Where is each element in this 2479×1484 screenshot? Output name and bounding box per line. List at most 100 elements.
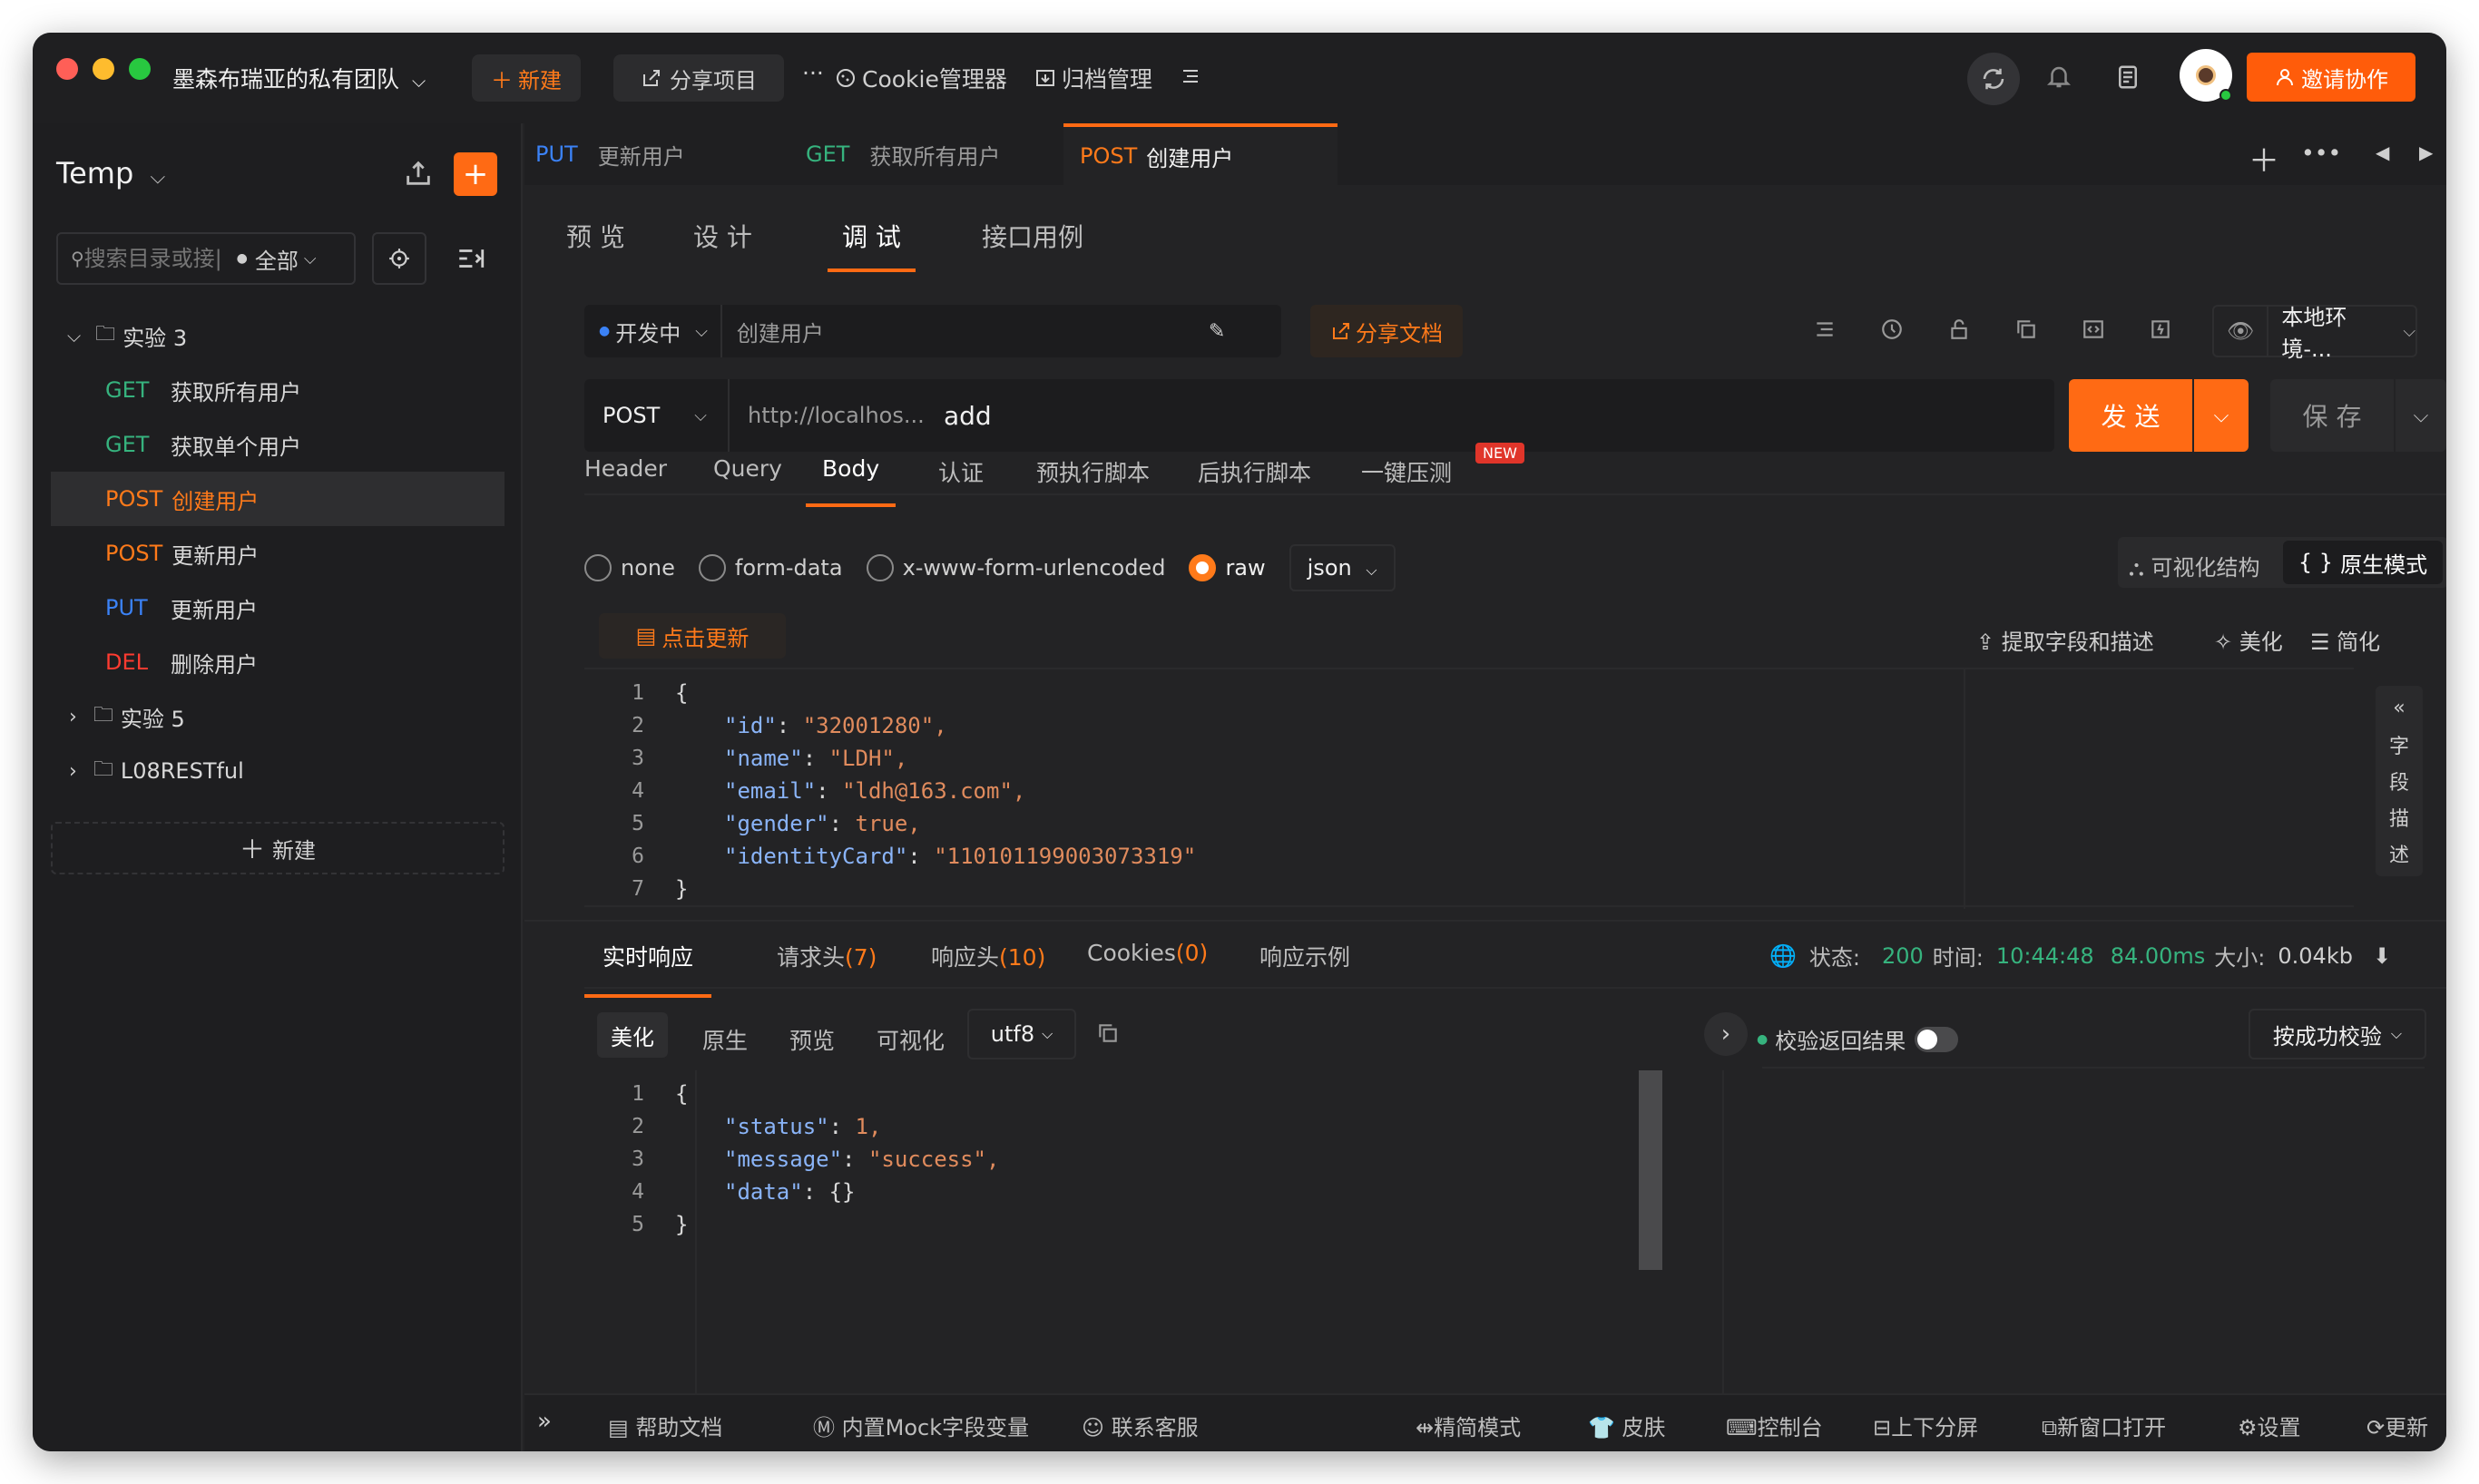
support-button[interactable]: ☺ 联系客服	[1082, 1410, 1199, 1441]
response-preview-button[interactable]: 预览	[789, 1023, 835, 1056]
skin-button[interactable]: 👕 皮肤	[1588, 1410, 1666, 1441]
tab-request-headers[interactable]: 请求头(7)	[777, 940, 877, 972]
update-button[interactable]: ⟳更新	[2366, 1410, 2428, 1441]
raw-mode-button[interactable]: { } 原生模式	[2283, 541, 2443, 584]
list-menu-icon[interactable]	[1180, 65, 1201, 91]
folder-item[interactable]: › 🗀 L08RESTful	[51, 744, 505, 798]
folder-item[interactable]: › 🗀 实验 5	[51, 689, 505, 744]
edit-icon[interactable]: ✎	[1209, 320, 1225, 343]
archive-button[interactable]: 归档管理	[1034, 62, 1152, 94]
send-button[interactable]: 发 送	[2069, 379, 2192, 452]
request-tab-active[interactable]: POST 创建用户	[1063, 123, 1337, 185]
request-tab[interactable]: GET 获取所有用户	[806, 123, 1060, 185]
bell-icon[interactable]	[2045, 63, 2072, 94]
next-tab-icon[interactable]: ▶	[2419, 142, 2433, 163]
new-button[interactable]: ＋ 新建	[472, 54, 581, 102]
close-window-button[interactable]	[56, 58, 78, 80]
mock-vars-button[interactable]: Ⓜ 内置Mock字段变量	[813, 1410, 1029, 1441]
share-project-button[interactable]: 分享项目	[613, 54, 784, 102]
mock-icon[interactable]	[2149, 317, 2172, 345]
new-folder-button[interactable]: ＋ 新建	[51, 822, 505, 874]
cookie-manager-button[interactable]: Cookie管理器	[835, 62, 1007, 94]
tab-debug[interactable]: 调 试	[828, 218, 916, 272]
send-options-chevron-icon[interactable]: ⌵	[2194, 379, 2249, 452]
expand-panel-chevron-icon[interactable]: ›	[1704, 1012, 1748, 1056]
beautify-button[interactable]: ✧ 美化	[2214, 624, 2283, 656]
settings-button[interactable]: ⚙设置	[2238, 1410, 2301, 1441]
tab-response-example[interactable]: 响应示例	[1259, 940, 1350, 972]
base-url[interactable]: http://localhos...	[748, 403, 925, 428]
filter-select[interactable]: 全部	[255, 243, 299, 275]
tab-pre-script[interactable]: 预执行脚本	[1036, 455, 1150, 488]
sync-icon[interactable]	[1967, 53, 2020, 105]
api-item[interactable]: DEL 删除用户	[51, 635, 505, 689]
method-select[interactable]: POST ⌵	[584, 379, 730, 452]
save-options-chevron-icon[interactable]: ⌵	[2396, 379, 2446, 452]
format-select[interactable]: json ⌵	[1288, 544, 1396, 591]
folder-item[interactable]: ⌵ 🗀 实验 3	[51, 308, 505, 363]
code-icon[interactable]	[2082, 317, 2105, 345]
extract-fields-button[interactable]: ⇪ 提取字段和描述	[1976, 624, 2154, 656]
tab-realtime-response[interactable]: 实时响应	[584, 940, 712, 998]
request-tab[interactable]: PUT 更新用户	[535, 123, 789, 185]
response-raw-button[interactable]: 原生	[702, 1023, 748, 1056]
more-icon[interactable]: ···	[802, 60, 824, 86]
locate-icon[interactable]	[372, 232, 426, 285]
more-icon[interactable]: •••	[2301, 140, 2341, 166]
response-visual-button[interactable]: 可视化	[877, 1023, 945, 1056]
scrollbar-thumb[interactable]	[1639, 1070, 1662, 1270]
refresh-button[interactable]: ▤ 点击更新	[599, 613, 786, 659]
add-api-button[interactable]: +	[454, 152, 497, 196]
tab-post-script[interactable]: 后执行脚本	[1198, 455, 1311, 488]
save-button[interactable]: 保 存	[2270, 379, 2394, 452]
validate-toggle[interactable]	[1915, 1026, 1959, 1052]
url-path-input[interactable]	[944, 394, 2033, 437]
split-screen-button[interactable]: ⊟上下分屏	[1873, 1410, 1978, 1441]
prev-tab-icon[interactable]: ◀	[2376, 142, 2389, 163]
radio-urlencoded[interactable]	[866, 554, 894, 581]
share-doc-button[interactable]: 分享文档	[1310, 305, 1463, 357]
add-tab-icon[interactable]: ＋	[2249, 136, 2279, 181]
tab-test-cases[interactable]: 接口用例	[982, 218, 1083, 254]
api-item[interactable]: POST 更新用户	[51, 526, 505, 581]
tab-auth[interactable]: 认证	[938, 455, 984, 488]
tab-preview[interactable]: 预 览	[566, 218, 625, 254]
maximize-window-button[interactable]	[129, 58, 151, 80]
avatar[interactable]	[2180, 49, 2232, 102]
new-window-button[interactable]: ⧉新窗口打开	[2042, 1410, 2166, 1441]
outline-icon[interactable]	[1813, 317, 1837, 345]
history-icon[interactable]	[1880, 317, 1904, 345]
api-name-input[interactable]	[736, 318, 1209, 344]
validate-mode-select[interactable]: 按成功校验 ⌵	[2249, 1009, 2426, 1059]
api-item[interactable]: GET 获取所有用户	[51, 363, 505, 417]
api-item[interactable]: PUT 更新用户	[51, 581, 505, 635]
invite-button[interactable]: 邀请协作	[2247, 53, 2415, 102]
api-item[interactable]: GET 获取单个用户	[51, 417, 505, 472]
field-description-panel[interactable]: « 字 段 描 述	[2376, 686, 2423, 876]
lock-icon[interactable]	[1947, 317, 1971, 345]
minimize-window-button[interactable]	[93, 58, 114, 80]
tab-stress-test[interactable]: 一键压测	[1361, 455, 1452, 488]
team-switcher[interactable]: 墨森布瑞亚的私有团队 ⌵	[172, 62, 426, 94]
copy-icon[interactable]	[2014, 317, 2038, 345]
download-icon[interactable]: ⬇	[2373, 943, 2391, 969]
collapse-tree-icon[interactable]	[456, 243, 486, 278]
radio-form-data[interactable]	[698, 554, 726, 581]
project-switcher[interactable]: Temp ⌵	[56, 156, 165, 190]
tab-query[interactable]: Query	[713, 455, 782, 482]
request-body-editor[interactable]: 1{2 "id": "32001280", 3 "name": "LDH", 4 "ema…	[584, 668, 2354, 909]
status-select[interactable]: 开发中	[615, 316, 681, 347]
tab-body[interactable]: Body	[806, 455, 897, 507]
environment-select[interactable]: 👁 本地环境-... ⌵	[2212, 305, 2417, 362]
copy-icon[interactable]	[1096, 1021, 1120, 1049]
tab-header[interactable]: Header	[584, 455, 667, 482]
api-item-active[interactable]: POST 创建用户	[51, 472, 505, 526]
console-button[interactable]: ⌨控制台	[1726, 1410, 1823, 1441]
simplify-button[interactable]: ☰ 简化	[2310, 624, 2380, 656]
search-input[interactable]	[83, 246, 230, 271]
radio-none[interactable]	[584, 554, 612, 581]
tab-response-headers[interactable]: 响应头(10)	[931, 940, 1045, 972]
expand-sidebar-icon[interactable]: »	[537, 1408, 552, 1435]
tab-design[interactable]: 设 计	[693, 218, 752, 254]
radio-raw[interactable]	[1189, 554, 1217, 581]
